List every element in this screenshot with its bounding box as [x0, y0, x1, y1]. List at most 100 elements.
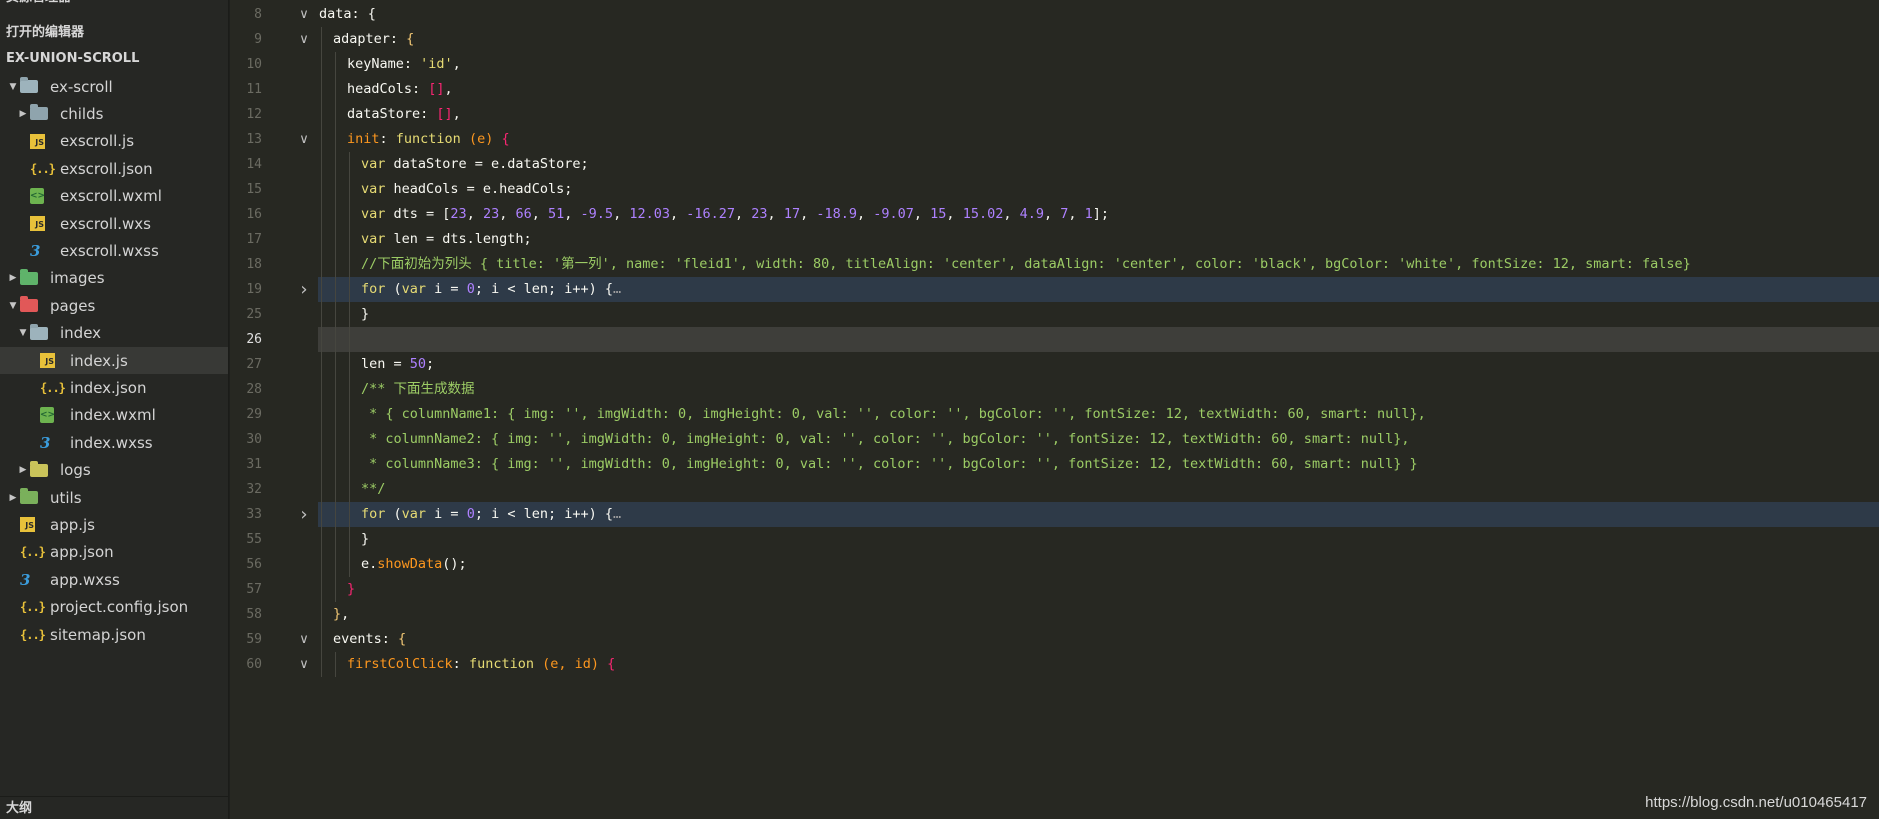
fold-collapsed-icon[interactable]: ›	[296, 277, 312, 302]
code-token: 0	[466, 506, 475, 522]
outline-section[interactable]: 大纲	[0, 796, 228, 819]
line-number: 30	[246, 432, 262, 447]
chevron-down-icon[interactable]: ▼	[16, 328, 30, 338]
folded-ellipsis[interactable]: …	[613, 506, 621, 522]
code-token: }	[333, 606, 342, 622]
tree-item[interactable]: ▼ index	[0, 320, 228, 347]
code-token: * { columnName1: { img: '', imgWidth: 0,…	[361, 406, 1426, 422]
tree-item-label: index	[60, 324, 102, 343]
code-line[interactable]: var headCols = e.headCols;	[318, 177, 1879, 202]
tree-item[interactable]: ▶ utils	[0, 484, 228, 511]
code-line[interactable]: len = 50;	[318, 352, 1879, 377]
code-token: headCols:	[347, 81, 429, 97]
code-line[interactable]: e.showData();	[318, 552, 1879, 577]
chevron-right-icon[interactable]: ▶	[16, 109, 30, 119]
line-number: 18	[246, 257, 262, 272]
code-line[interactable]: events: {	[318, 627, 1879, 652]
tree-item[interactable]: JS exscroll.js	[0, 128, 228, 155]
gutter-line: 12	[230, 102, 318, 127]
code-text: /** 下面生成数据	[361, 377, 475, 402]
fold-expanded-icon[interactable]: ∨	[296, 652, 312, 677]
code-area[interactable]: data: {adapter: {keyName: 'id', headCols:…	[318, 0, 1879, 819]
code-token: ();	[442, 556, 467, 572]
code-line[interactable]: for (var i = 0; i < len; i++) {…	[318, 277, 1879, 302]
fold-expanded-icon[interactable]: ∨	[296, 27, 312, 52]
code-line[interactable]: }	[318, 527, 1879, 552]
code-line[interactable]: **/	[318, 477, 1879, 502]
tree-item[interactable]: <> index.wxml	[0, 402, 228, 429]
code-line[interactable]: },	[318, 602, 1879, 627]
code-line[interactable]: var dts = [23, 23, 66, 51, -9.5, 12.03, …	[318, 202, 1879, 227]
tree-item[interactable]: ▶ images	[0, 265, 228, 292]
code-text: adapter: {	[333, 27, 414, 52]
code-token: ; i < len; i++) {	[474, 281, 613, 297]
code-line[interactable]	[318, 327, 1879, 352]
tree-item[interactable]: JS index.js	[0, 347, 228, 374]
tree-item[interactable]: ▶ logs	[0, 457, 228, 484]
code-line[interactable]: //下面初始为列头 { title: '第一列', name: 'fleid1'…	[318, 252, 1879, 277]
code-text: data: {	[319, 2, 376, 27]
code-token: showData	[377, 556, 443, 572]
explorer-title: 资源管理器	[0, 0, 228, 11]
indent-guide	[321, 27, 322, 52]
tree-item[interactable]: 3 exscroll.wxss	[0, 237, 228, 264]
tree-item[interactable]: {..} index.json	[0, 374, 228, 401]
code-text: var dataStore = e.dataStore;	[361, 152, 589, 177]
code-line[interactable]: * columnName2: { img: '', imgWidth: 0, i…	[318, 427, 1879, 452]
tree-item-label: exscroll.wxml	[60, 187, 162, 206]
code-line[interactable]: for (var i = 0; i < len; i++) {…	[318, 502, 1879, 527]
chevron-down-icon[interactable]: ▼	[6, 301, 20, 311]
open-editors-section[interactable]: 打开的编辑器	[0, 19, 228, 46]
line-number: 32	[246, 482, 262, 497]
chevron-right-icon[interactable]: ▶	[6, 493, 20, 503]
code-token: ,	[564, 206, 581, 222]
tree-item[interactable]: 3 app.wxss	[0, 566, 228, 593]
code-token: 23	[450, 206, 467, 222]
tree-item[interactable]: JS app.js	[0, 511, 228, 538]
chevron-down-icon[interactable]: ▼	[6, 82, 20, 92]
project-section[interactable]: EX-UNION-SCROLL	[0, 45, 228, 72]
code-token: ,	[856, 206, 874, 222]
indent-guide	[349, 477, 350, 502]
code-line[interactable]: headCols: [],	[318, 77, 1879, 102]
code-line[interactable]: var dataStore = e.dataStore;	[318, 152, 1879, 177]
code-line[interactable]: * columnName3: { img: '', imgWidth: 0, i…	[318, 452, 1879, 477]
code-token: function	[395, 131, 461, 147]
tree-item[interactable]: ▼ ex-scroll	[0, 73, 228, 100]
code-token: }	[361, 531, 370, 547]
tree-item[interactable]: JS exscroll.wxs	[0, 210, 228, 237]
code-line[interactable]: keyName: 'id',	[318, 52, 1879, 77]
tree-item[interactable]: <> exscroll.wxml	[0, 183, 228, 210]
code-line[interactable]: dataStore: [],	[318, 102, 1879, 127]
code-editor[interactable]: 8 ∨ 9 ∨ 10 11 12 13 ∨ 14 15 16 17 18 19 › 25 26 27 28 29 30 31…	[230, 0, 1879, 819]
indent-guide	[321, 527, 322, 552]
code-line[interactable]: }	[318, 302, 1879, 327]
css-file-icon: 3	[40, 433, 51, 452]
gutter-line: 32	[230, 477, 318, 502]
tree-item[interactable]: {..} exscroll.json	[0, 155, 228, 182]
code-line[interactable]: }	[318, 577, 1879, 602]
code-line[interactable]: /** 下面生成数据	[318, 377, 1879, 402]
tree-item[interactable]: {..} sitemap.json	[0, 621, 228, 648]
tree-item[interactable]: {..} app.json	[0, 539, 228, 566]
code-token: 50	[409, 356, 427, 372]
tree-item[interactable]: ▶ childs	[0, 100, 228, 127]
tree-item[interactable]: 3 index.wxss	[0, 429, 228, 456]
chevron-right-icon[interactable]: ▶	[6, 273, 20, 283]
code-line[interactable]: firstColClick: function (e, id) {	[318, 652, 1879, 677]
code-line[interactable]: var len = dts.length;	[318, 227, 1879, 252]
fold-expanded-icon[interactable]: ∨	[296, 627, 312, 652]
code-line[interactable]: data: {	[318, 2, 1879, 27]
chevron-right-icon[interactable]: ▶	[16, 465, 30, 475]
fold-expanded-icon[interactable]: ∨	[296, 127, 312, 152]
fold-expanded-icon[interactable]: ∨	[296, 2, 312, 27]
tree-item[interactable]: ▼ pages	[0, 292, 228, 319]
line-number: 17	[246, 232, 262, 247]
fold-collapsed-icon[interactable]: ›	[296, 502, 312, 527]
folded-ellipsis[interactable]: …	[613, 281, 621, 297]
code-line[interactable]: init: function (e) {	[318, 127, 1879, 152]
indent-guide	[335, 202, 336, 227]
code-line[interactable]: adapter: {	[318, 27, 1879, 52]
tree-item[interactable]: {..} project.config.json	[0, 594, 228, 621]
code-line[interactable]: * { columnName1: { img: '', imgWidth: 0,…	[318, 402, 1879, 427]
